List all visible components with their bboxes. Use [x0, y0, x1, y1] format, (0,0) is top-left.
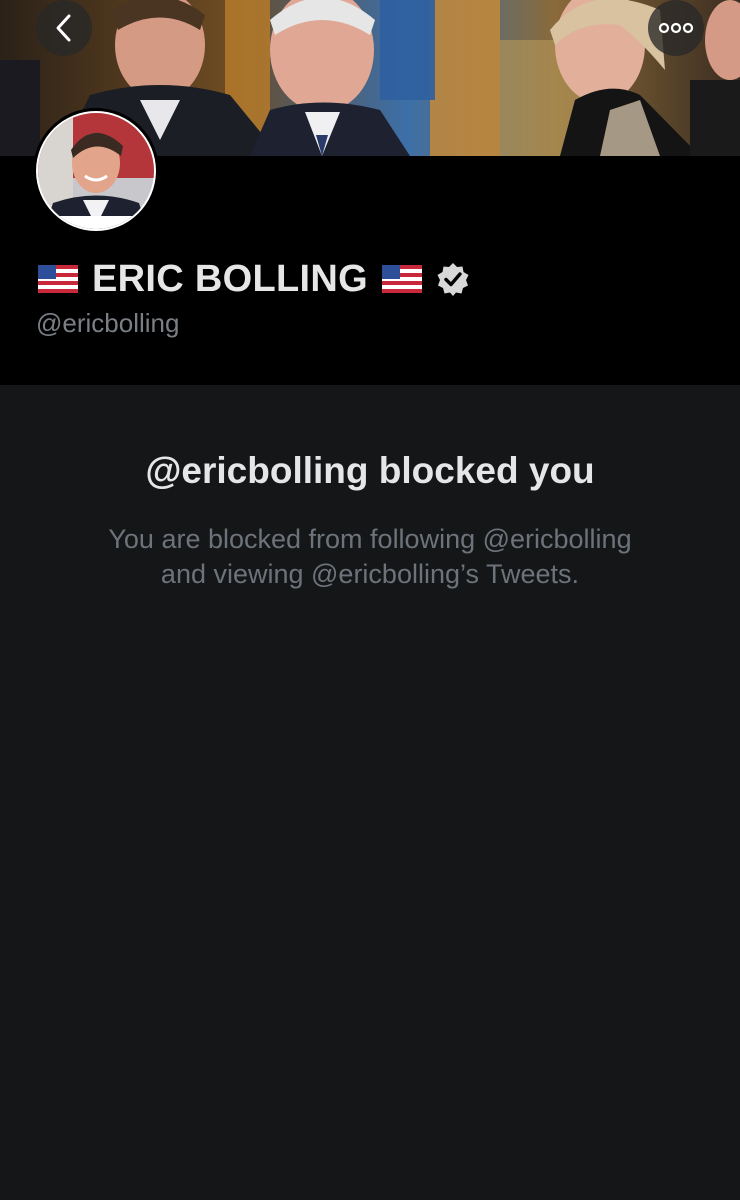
- more-options-button[interactable]: [648, 0, 704, 56]
- profile-handle: @ericbolling: [36, 308, 180, 338]
- blocked-description-line: and viewing @ericbolling’s Tweets.: [160, 559, 580, 589]
- back-button[interactable]: [36, 0, 92, 56]
- profile-screen: ERIC BOLLING @ericbolling @ericbolling b…: [0, 0, 740, 1200]
- display-name-row: ERIC BOLLING: [38, 256, 470, 302]
- chevron-left-icon: [56, 14, 71, 42]
- more-horizontal-icon: [658, 22, 694, 34]
- blocked-title: @ericbolling blocked you: [145, 450, 595, 491]
- us-flag-icon: [381, 265, 422, 293]
- us-flag-icon: [38, 265, 78, 293]
- profile-avatar[interactable]: [33, 108, 159, 234]
- display-name: ERIC BOLLING: [92, 257, 368, 300]
- verified-badge-icon: [437, 263, 469, 296]
- blocked-description: You are blocked from following @ericboll…: [60, 522, 680, 592]
- blocked-description-line: You are blocked from following @ericboll…: [108, 524, 632, 554]
